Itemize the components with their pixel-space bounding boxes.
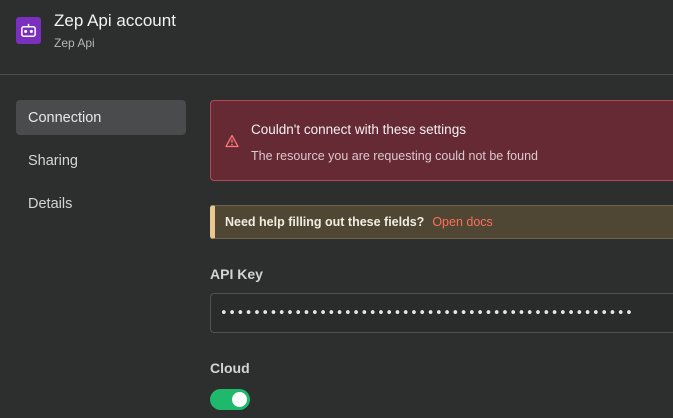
sidebar-item-label: Connection xyxy=(28,109,102,126)
header: Zep Api account Zep Api xyxy=(0,0,673,75)
sidebar-item-label: Details xyxy=(28,195,73,212)
api-key-label: API Key xyxy=(210,266,263,282)
warning-triangle-icon xyxy=(225,134,239,148)
toggle-knob xyxy=(232,392,247,407)
alert-title: Couldn't connect with these settings xyxy=(251,122,466,137)
alert-message: The resource you are requesting could no… xyxy=(251,149,538,163)
zep-robot-icon xyxy=(16,17,41,44)
robot-icon-svg xyxy=(21,23,36,37)
cloud-toggle[interactable] xyxy=(210,389,250,410)
help-text: Need help filling out these fields? xyxy=(225,215,425,229)
sidebar-item-details[interactable]: Details xyxy=(16,186,186,221)
api-key-input[interactable]: ••••••••••••••••••••••••••••••••••••••••… xyxy=(210,293,673,333)
page-title: Zep Api account xyxy=(54,11,176,30)
sidebar-item-label: Sharing xyxy=(28,152,78,169)
page-subtitle: Zep Api xyxy=(54,36,95,50)
open-docs-link[interactable]: Open docs xyxy=(432,215,492,229)
sidebar-item-connection[interactable]: Connection xyxy=(16,100,186,135)
help-callout: Need help filling out these fields? Open… xyxy=(210,205,673,239)
cloud-label: Cloud xyxy=(210,360,250,376)
sidebar-item-sharing[interactable]: Sharing xyxy=(16,143,186,178)
error-alert: Couldn't connect with these settings The… xyxy=(210,100,673,181)
